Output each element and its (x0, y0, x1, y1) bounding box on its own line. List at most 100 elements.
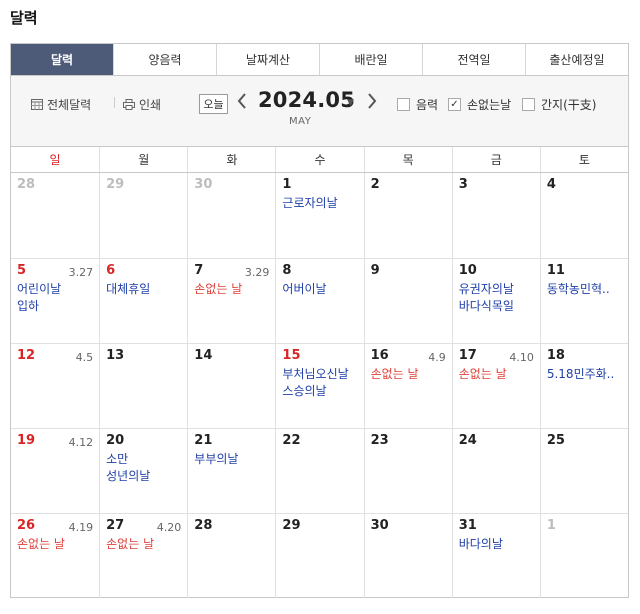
event-list: 손없는 날 (371, 366, 446, 383)
day-cell[interactable]: 26 4.19 손없는 날 (11, 513, 100, 598)
ganji-checkbox[interactable]: 간지(干支) (522, 96, 596, 113)
full-calendar-button[interactable]: 전체달력 (31, 96, 91, 113)
day-cell[interactable]: 6 대체휴일 (99, 258, 188, 343)
chevron-right-icon[interactable] (367, 92, 377, 113)
son-eomneun-event[interactable]: 손없는 날 (106, 536, 181, 553)
weekday-header-cell: 토 (539, 147, 628, 172)
event-list: 손없는 날 (194, 281, 269, 298)
day-cell[interactable]: 28 (187, 513, 276, 598)
day-number: 23 (370, 433, 389, 448)
holiday-event[interactable]: 어버이날 (282, 281, 357, 298)
lunar-checkbox[interactable]: 음력 (397, 96, 438, 113)
tab-ovulation[interactable]: 배란일 (319, 44, 422, 75)
lunar-date: 4.20 (156, 521, 182, 534)
event-list: 유권자의날 바다식목일 (459, 281, 534, 315)
day-cell[interactable]: 15 부처님오신날 스승의날 (275, 343, 364, 428)
holiday-event[interactable]: 부처님오신날 (282, 366, 357, 383)
day-number: 3 (458, 177, 468, 192)
day-cell[interactable]: 16 4.9 손없는 날 (363, 343, 452, 428)
ganji-checkbox-label: 간지(干支) (541, 98, 597, 112)
chevron-left-icon[interactable] (237, 92, 247, 113)
day-number: 4 (546, 177, 556, 192)
tab-calendar[interactable]: 달력 (11, 44, 113, 75)
chevron-down-icon[interactable]: ▼ (347, 98, 354, 108)
day-cell[interactable]: 2 (363, 173, 452, 258)
day-cell[interactable]: 20 소만 성년의날 (99, 428, 188, 513)
tab-discharge[interactable]: 전역일 (422, 44, 525, 75)
lunar-date: 4.5 (75, 351, 94, 364)
holiday-event[interactable]: 스승의날 (282, 383, 357, 400)
day-cell[interactable]: 11 동학농민혁.. (539, 258, 628, 343)
day-cell[interactable]: 9 (363, 258, 452, 343)
holiday-event[interactable]: 부부의날 (194, 451, 269, 468)
day-cell[interactable]: 5 3.27 어린이날 입하 (11, 258, 100, 343)
weekday-header-cell: 수 (275, 147, 363, 172)
tab-date-calc[interactable]: 날짜계산 (216, 44, 319, 75)
day-cell[interactable]: 21 부부의날 (187, 428, 276, 513)
day-cell[interactable]: 23 (363, 428, 452, 513)
holiday-event[interactable]: 대체휴일 (106, 281, 181, 298)
day-cell[interactable]: 25 (539, 428, 628, 513)
day-cell[interactable]: 29 (275, 513, 364, 598)
day-cell[interactable]: 27 4.20 손없는 날 (99, 513, 188, 598)
print-button[interactable]: 인쇄 (123, 96, 161, 113)
day-number: 11 (546, 263, 565, 278)
day-cell[interactable]: 22 (275, 428, 364, 513)
day-cell[interactable]: 1 근로자의날 (275, 173, 363, 258)
weekday-header-cell: 일 (49, 153, 61, 167)
lunar-checkbox-label: 음력 (416, 98, 439, 112)
day-cell[interactable]: 29 (99, 173, 187, 258)
lunar-date: 4.9 (428, 351, 446, 364)
holiday-event[interactable]: 5.18민주화.. (547, 366, 622, 383)
holiday-event[interactable]: 근로자의날 (282, 195, 357, 212)
month-english: MAY (289, 116, 312, 127)
page-title: 달력 (10, 9, 38, 27)
day-cell[interactable]: 19 4.12 (11, 428, 100, 513)
holiday-event[interactable]: 동학농민혁.. (547, 281, 622, 298)
calendar-icon (31, 99, 43, 110)
tab-due-date[interactable]: 출산예정일 (525, 44, 628, 75)
day-number: 29 (282, 518, 301, 533)
day-number: 10 (458, 263, 477, 278)
day-cell[interactable]: 30 (363, 513, 452, 598)
event-list: 어린이날 입하 (17, 281, 93, 315)
day-cell[interactable]: 14 (187, 343, 276, 428)
son-eomneun-event[interactable]: 손없는 날 (459, 366, 534, 383)
day-cell[interactable]: 28 (11, 173, 99, 258)
day-cell[interactable]: 17 4.10 손없는 날 (451, 343, 540, 428)
holiday-event[interactable]: 바다의날 (459, 536, 534, 553)
event-list: 소만 성년의날 (106, 451, 181, 485)
event-list: 어버이날 (282, 281, 357, 298)
day-cell[interactable]: 8 어버이날 (275, 258, 364, 343)
tab-lunar-solar[interactable]: 양음력 (113, 44, 216, 75)
weekday-header-cell: 화 (187, 147, 275, 172)
son-eomneun-event[interactable]: 손없는 날 (371, 366, 446, 383)
holiday-event[interactable]: 유권자의날 (459, 281, 534, 298)
holiday-event[interactable]: 소만 (106, 451, 181, 468)
day-cell[interactable]: 18 5.18민주화.. (539, 343, 628, 428)
lunar-date: 3.29 (244, 266, 270, 279)
holiday-event[interactable]: 입하 (17, 298, 93, 315)
day-cell[interactable]: 24 (451, 428, 540, 513)
son-eomneun-checkbox[interactable]: ✓ 손없는날 (448, 96, 511, 113)
lunar-date: 4.19 (68, 521, 94, 534)
holiday-event[interactable]: 어린이날 (17, 281, 93, 298)
day-number: 6 (106, 263, 116, 278)
day-cell[interactable]: 31 바다의날 (451, 513, 540, 598)
day-cell[interactable]: 12 4.5 (11, 343, 100, 428)
today-button[interactable]: 오늘 (199, 94, 228, 114)
holiday-event[interactable]: 바다식목일 (459, 298, 534, 315)
day-cell[interactable]: 7 3.29 손없는 날 (187, 258, 276, 343)
day-cell[interactable]: 30 (187, 173, 275, 258)
day-cell[interactable]: 3 (451, 173, 540, 258)
day-number: 9 (370, 263, 380, 278)
son-eomneun-event[interactable]: 손없는 날 (194, 281, 269, 298)
event-list: 동학농민혁.. (547, 281, 622, 298)
holiday-event[interactable]: 성년의날 (106, 468, 181, 485)
day-cell[interactable]: 1 (539, 513, 628, 598)
day-cell[interactable]: 4 (539, 173, 628, 258)
day-cell[interactable]: 10 유권자의날 바다식목일 (451, 258, 540, 343)
day-cell[interactable]: 13 (99, 343, 188, 428)
event-list: 손없는 날 (106, 536, 181, 553)
son-eomneun-event[interactable]: 손없는 날 (17, 536, 93, 553)
